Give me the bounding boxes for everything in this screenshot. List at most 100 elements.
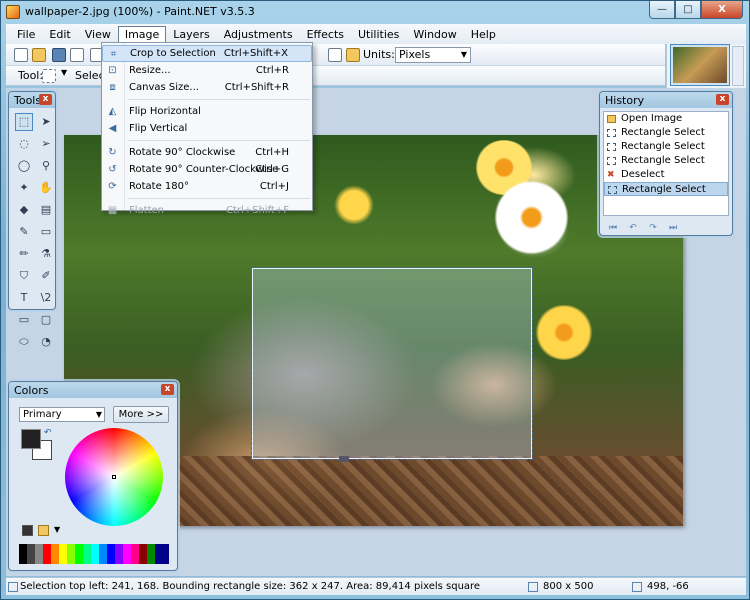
recolor-tool-icon[interactable]: ✐ — [37, 267, 55, 285]
menu-utilities[interactable]: Utilities — [351, 26, 406, 43]
new-image-icon[interactable] — [14, 48, 28, 62]
menu-item-resize[interactable]: ⊡ Resize... Ctrl+R — [102, 62, 312, 79]
menu-item-flip-horizontal[interactable]: ◭ Flip Horizontal — [102, 103, 312, 120]
menu-item-label: Rotate 180° — [129, 181, 190, 192]
history-item-selected[interactable]: Rectangle Select — [604, 182, 728, 196]
paint-bucket-tool-icon[interactable]: ◆ — [15, 201, 33, 219]
text-tool-icon[interactable]: T — [15, 289, 33, 307]
lasso-select-tool-icon[interactable]: ◌ — [15, 135, 33, 153]
open-icon[interactable] — [32, 48, 46, 62]
menu-item-shortcut: Ctrl+R — [255, 65, 289, 76]
swap-colors-icon[interactable]: ↶ — [44, 428, 52, 438]
tool-grid: ⬚ ➤ ◌ ➢ ◯ ⚲ ✦ ✋ ◆ ▤ ✎ ▭ ✏ ⚗ ⛉ ✐ T \2 ▭ ▢… — [9, 108, 55, 351]
flatten-icon: ▦ — [107, 205, 118, 216]
image-size: 800 x 500 — [543, 581, 594, 592]
tools-palette: Tools x ⬚ ➤ ◌ ➢ ◯ ⚲ ✦ ✋ ◆ ▤ ✎ ▭ ✏ ⚗ ⛉ ✐ … — [8, 91, 56, 348]
chevron-down-icon[interactable]: ▼ — [54, 525, 65, 536]
menu-item-label: Flatten — [129, 205, 164, 216]
ellipse-tool-icon[interactable]: ⬭ — [15, 333, 33, 351]
menu-item-shortcut: Ctrl+H — [255, 147, 289, 158]
ellipse-select-tool-icon[interactable]: ◯ — [15, 157, 33, 175]
close-icon[interactable]: x — [161, 384, 174, 395]
magic-wand-tool-icon[interactable]: ✦ — [15, 179, 33, 197]
more-colors-button[interactable]: More >> — [113, 406, 169, 423]
gradient-tool-icon[interactable]: ▤ — [37, 201, 55, 219]
selection-handle[interactable] — [339, 456, 349, 462]
rectangle-select-tool-icon[interactable]: ⬚ — [15, 113, 33, 131]
rounded-rectangle-tool-icon[interactable]: ▢ — [37, 311, 55, 329]
menu-window[interactable]: Window — [406, 26, 463, 43]
window-title: wallpaper-2.jpg (100%) - Paint.NET v3.5.… — [25, 5, 255, 18]
close-icon[interactable]: x — [39, 94, 52, 105]
image-thumbnail[interactable] — [670, 44, 730, 86]
color-palette-swatches[interactable] — [19, 544, 169, 564]
color-wheel[interactable] — [65, 428, 163, 526]
history-item[interactable]: Rectangle Select — [604, 140, 728, 154]
color-wheel-marker[interactable] — [112, 475, 116, 479]
clone-stamp-tool-icon[interactable]: ⛉ — [15, 267, 33, 285]
pencil-tool-icon[interactable]: ✏ — [15, 245, 33, 263]
history-item[interactable]: Rectangle Select — [604, 154, 728, 168]
menu-item-rotate-cw[interactable]: ↻ Rotate 90° Clockwise Ctrl+H — [102, 144, 312, 161]
menu-item-shortcut: Ctrl+G — [255, 164, 289, 175]
rectangle-selection[interactable] — [251, 267, 533, 462]
paintbrush-tool-icon[interactable]: ✎ — [15, 223, 33, 241]
fast-forward-icon[interactable]: ⏭ — [666, 223, 680, 233]
color-picker-tool-icon[interactable]: ⚗ — [37, 245, 55, 263]
menu-item-rotate-ccw[interactable]: ↺ Rotate 90° Counter-Clockwise Ctrl+G — [102, 161, 312, 178]
menu-edit[interactable]: Edit — [42, 26, 77, 43]
rectangle-tool-icon[interactable]: ▭ — [15, 311, 33, 329]
zoom-tool-icon[interactable]: ⚲ — [37, 157, 55, 175]
thumbnail-scrollbar[interactable] — [732, 46, 744, 86]
palette-menu-icon[interactable] — [38, 525, 49, 536]
history-item[interactable]: Open Image — [604, 112, 728, 126]
history-item[interactable]: Rectangle Select — [604, 126, 728, 140]
primary-color-swatch[interactable] — [21, 429, 41, 449]
menu-adjustments[interactable]: Adjustments — [217, 26, 300, 43]
ruler-icon[interactable] — [346, 48, 360, 62]
close-icon[interactable]: x — [716, 94, 729, 105]
print-icon[interactable] — [70, 48, 84, 62]
image-size-icon — [528, 582, 538, 592]
grid-icon[interactable] — [328, 48, 342, 62]
units-select[interactable]: Pixels ▼ — [395, 47, 471, 63]
units-label: Units: — [363, 48, 395, 61]
save-icon[interactable] — [52, 48, 66, 62]
redo-icon[interactable]: ↷ — [646, 223, 660, 233]
menu-effects[interactable]: Effects — [300, 26, 351, 43]
menu-item-rotate-180[interactable]: ⟳ Rotate 180° Ctrl+J — [102, 178, 312, 195]
rewind-icon[interactable]: ⏮ — [606, 223, 620, 233]
move-selected-tool-icon[interactable]: ➤ — [37, 113, 55, 131]
move-selection-tool-icon[interactable]: ➢ — [37, 135, 55, 153]
minimize-button[interactable]: — — [649, 1, 675, 19]
history-item[interactable]: ✖ Deselect — [604, 168, 728, 182]
menu-separator — [128, 198, 310, 199]
menu-layers[interactable]: Layers — [166, 26, 216, 43]
pan-tool-icon[interactable]: ✋ — [37, 179, 55, 197]
image-thumbnail-strip — [666, 44, 746, 88]
close-button[interactable]: X — [701, 1, 743, 19]
selection-status-icon — [8, 582, 18, 592]
color-mode-select[interactable]: Primary ▼ — [19, 407, 105, 422]
menu-file[interactable]: File — [10, 26, 42, 43]
maximize-button[interactable]: □ — [675, 1, 701, 19]
menu-view[interactable]: View — [78, 26, 118, 43]
undo-icon[interactable]: ↶ — [626, 223, 640, 233]
menu-item-canvas-size[interactable]: ⧈ Canvas Size... Ctrl+Shift+R — [102, 79, 312, 96]
black-white-reset-icon[interactable] — [22, 525, 33, 536]
menu-item-flip-vertical[interactable]: ◀ Flip Vertical — [102, 120, 312, 137]
tool-dropdown-arrow-icon[interactable]: ▼ — [61, 68, 67, 77]
menu-item-flatten[interactable]: ▦ Flatten Ctrl+Shift+F — [102, 202, 312, 219]
menu-item-crop-to-selection[interactable]: ⌗ Crop to Selection Ctrl+Shift+X — [102, 45, 312, 62]
history-title[interactable]: History x — [600, 92, 732, 108]
rectangle-select-icon[interactable] — [42, 69, 56, 83]
menu-help[interactable]: Help — [464, 26, 503, 43]
eraser-tool-icon[interactable]: ▭ — [37, 223, 55, 241]
colors-title[interactable]: Colors x — [9, 382, 177, 398]
menu-image[interactable]: Image — [117, 26, 167, 42]
menu-item-shortcut: Ctrl+Shift+X — [223, 48, 288, 59]
tools-title[interactable]: Tools x — [9, 92, 55, 108]
freeform-shape-tool-icon[interactable]: ◔ — [37, 333, 55, 351]
menu-item-label: Flip Horizontal — [129, 106, 201, 117]
line-curve-tool-icon[interactable]: \2 — [37, 289, 55, 307]
